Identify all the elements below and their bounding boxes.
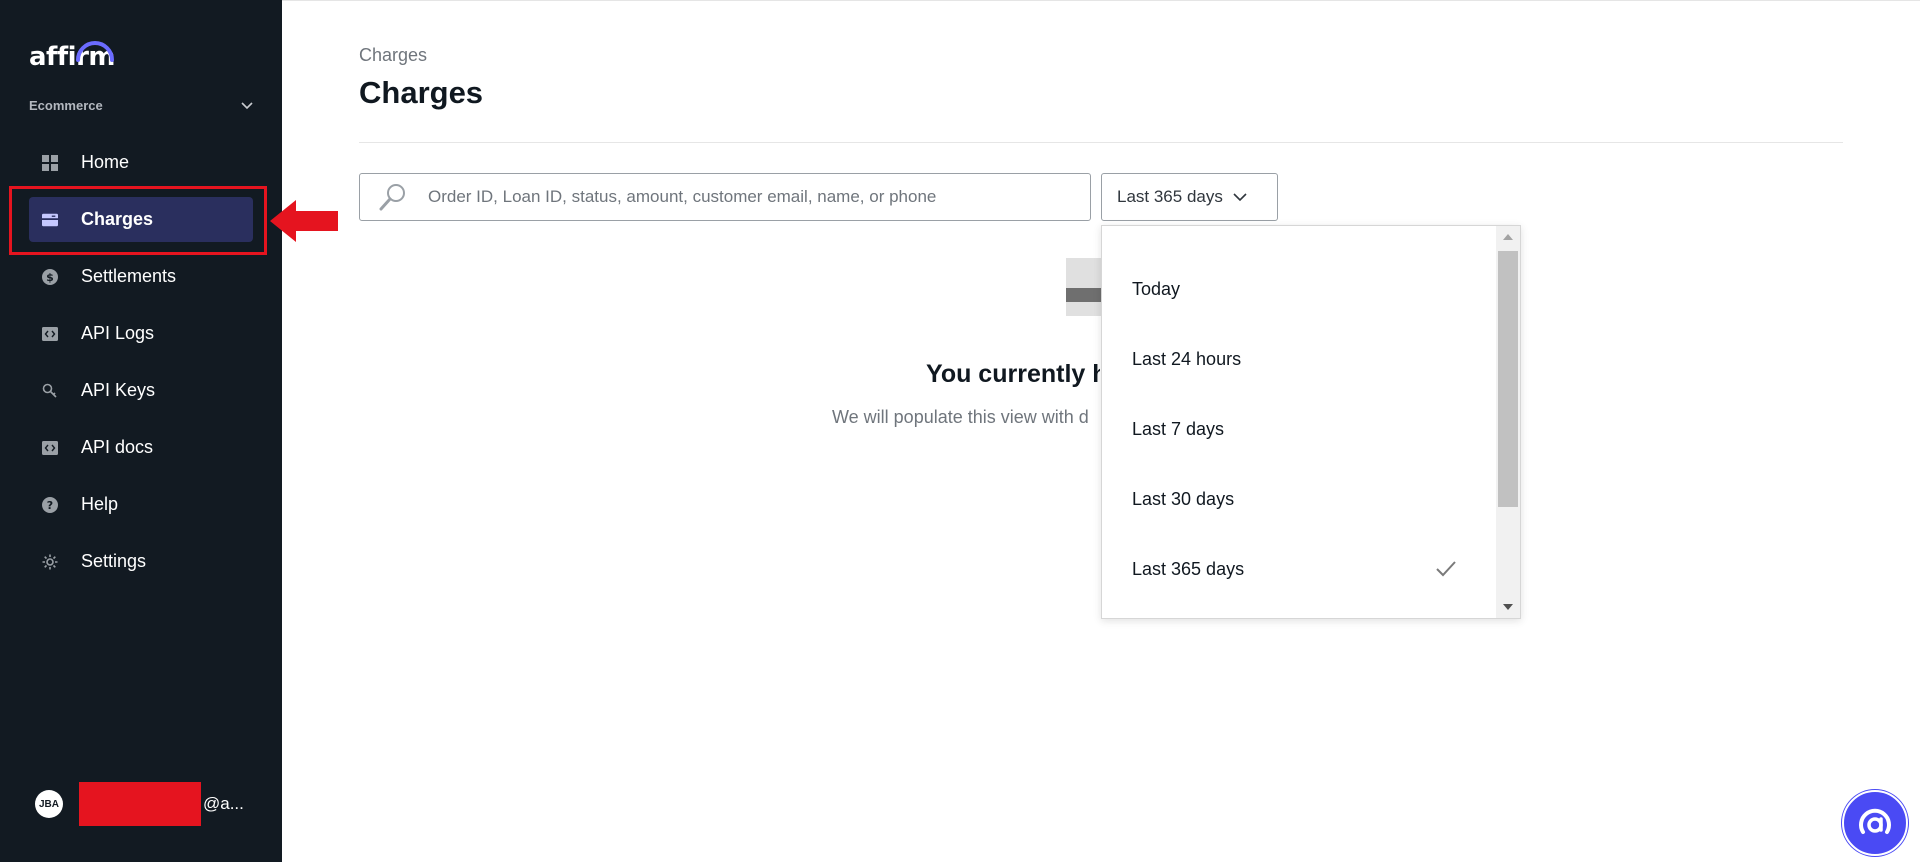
search-box[interactable]	[359, 173, 1091, 221]
option-label: Last 30 days	[1132, 488, 1235, 509]
annotation-highlight-box	[9, 186, 267, 255]
redaction-block	[79, 782, 201, 826]
dollar-icon: $	[42, 268, 58, 285]
chevron-down-icon	[241, 102, 253, 110]
date-range-label: Last 365 days	[1117, 187, 1223, 206]
date-range-options: Today Last 24 hours Last 7 days Last 30 …	[1102, 254, 1498, 604]
breadcrumb[interactable]: Charges	[359, 45, 427, 66]
affirm-logo[interactable]: affirm	[29, 34, 119, 74]
sidebar-item-label: Help	[81, 494, 119, 514]
date-range-option-last-365-days[interactable]: Last 365 days	[1102, 534, 1498, 604]
option-label: Today	[1132, 278, 1181, 299]
option-label: Last 365 days	[1132, 558, 1245, 579]
sidebar-item-api-logs[interactable]: API Logs	[29, 311, 253, 356]
scroll-down-arrow-icon[interactable]	[1503, 604, 1513, 610]
sidebar-item-label: Settings	[81, 551, 147, 571]
user-menu[interactable]: JBA @a...	[35, 782, 244, 826]
sidebar-item-label: API Logs	[81, 323, 155, 343]
option-label: Last 24 hours	[1132, 348, 1242, 369]
help-icon: ?	[42, 496, 58, 513]
top-border	[282, 0, 1920, 1]
sidebar-item-label: API docs	[81, 437, 154, 457]
sidebar-item-api-docs[interactable]: API docs	[29, 425, 253, 470]
grid-icon	[42, 154, 58, 171]
org-selector[interactable]: Ecommerce	[29, 94, 254, 116]
date-range-option-today[interactable]: Today	[1102, 254, 1498, 324]
gear-icon	[42, 554, 58, 570]
divider	[359, 142, 1843, 143]
option-label: Last 7 days	[1132, 418, 1225, 439]
code-icon	[42, 440, 58, 456]
scroll-up-arrow-icon[interactable]	[1503, 234, 1513, 240]
chat-button[interactable]	[1842, 790, 1908, 856]
sidebar: affirm Ecommerce Home Charges $ Settleme…	[0, 0, 282, 862]
sidebar-item-api-keys[interactable]: API Keys	[29, 368, 253, 413]
avatar: JBA	[35, 790, 63, 818]
date-range-option-last-7-days[interactable]: Last 7 days	[1102, 394, 1498, 464]
affirm-chat-icon	[1859, 808, 1891, 834]
sidebar-item-home[interactable]: Home	[29, 140, 253, 185]
annotation-arrow-icon	[270, 200, 338, 242]
page-title: Charges	[359, 75, 484, 110]
chevron-down-icon	[1233, 193, 1247, 202]
svg-text:?: ?	[47, 499, 53, 512]
date-range-option-last-24-hours[interactable]: Last 24 hours	[1102, 324, 1498, 394]
key-icon	[42, 383, 58, 399]
empty-state-title: You currently h	[926, 360, 1100, 388]
checkmark-icon	[1436, 561, 1456, 577]
user-email: @a...	[203, 794, 244, 813]
date-range-menu: Today Last 24 hours Last 7 days Last 30 …	[1101, 225, 1521, 619]
org-label: Ecommerce	[29, 97, 103, 113]
scrollbar-thumb[interactable]	[1498, 251, 1518, 507]
empty-state-illustration-icon	[1066, 258, 1106, 316]
sidebar-item-label: API Keys	[81, 380, 156, 400]
logo-arc-icon	[76, 41, 114, 62]
sidebar-item-settings[interactable]: Settings	[29, 539, 253, 584]
svg-text:$: $	[46, 271, 54, 284]
search-input[interactable]	[428, 187, 1068, 207]
sidebar-item-label: Settlements	[81, 266, 177, 286]
sidebar-item-label: Home	[81, 152, 130, 172]
dropdown-scrollbar[interactable]	[1496, 226, 1520, 618]
code-icon	[42, 326, 58, 342]
sidebar-item-help[interactable]: ? Help	[29, 482, 253, 527]
search-icon	[379, 184, 405, 211]
date-range-dropdown[interactable]: Last 365 days	[1101, 173, 1278, 221]
empty-state-subtitle: We will populate this view with d	[832, 407, 1089, 427]
sidebar-item-settlements[interactable]: $ Settlements	[29, 254, 253, 299]
date-range-option-last-30-days[interactable]: Last 30 days	[1102, 464, 1498, 534]
